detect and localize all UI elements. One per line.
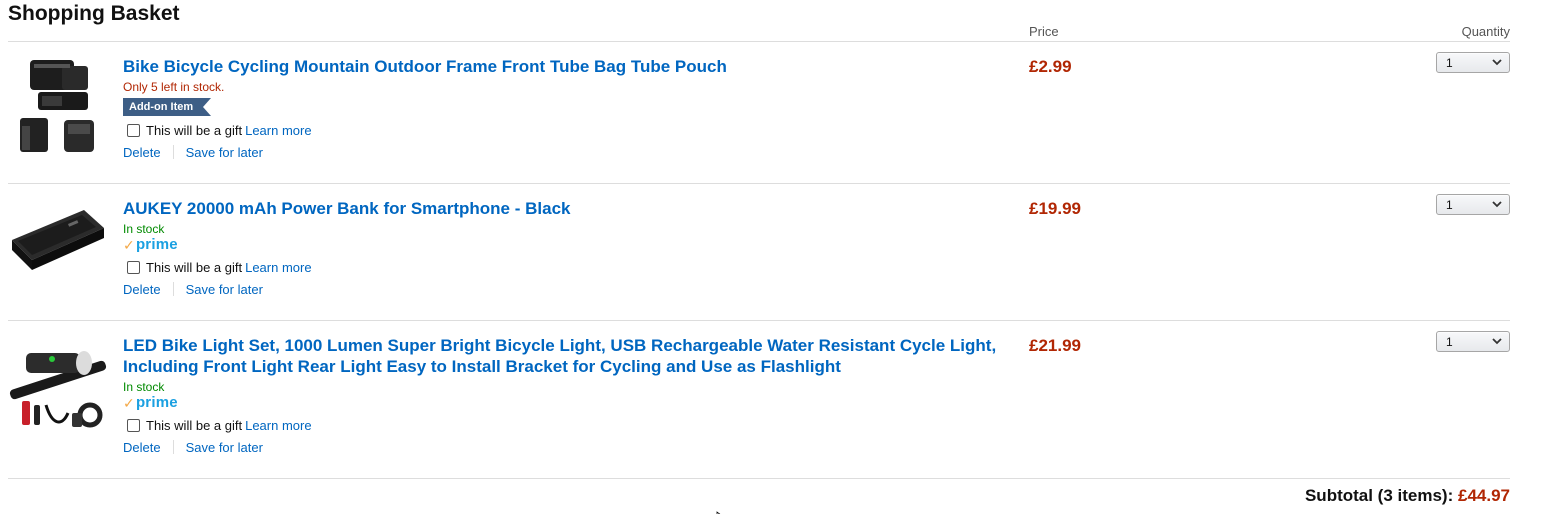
bike-bag-image[interactable] bbox=[8, 56, 108, 156]
item-title-link[interactable]: Bike Bicycle Cycling Mountain Outdoor Fr… bbox=[123, 56, 1003, 77]
action-separator bbox=[172, 440, 174, 454]
gift-label: This will be a gift bbox=[146, 259, 243, 275]
save-for-later-link[interactable]: Save for later bbox=[186, 145, 263, 160]
prime-badge: ✓ prime bbox=[123, 394, 1003, 412]
prime-label: prime bbox=[135, 236, 178, 253]
prime-check-icon: ✓ bbox=[123, 237, 135, 253]
gift-checkbox[interactable] bbox=[127, 260, 140, 274]
item-price: £2.99 bbox=[1029, 57, 1072, 76]
prime-badge: ✓ prime bbox=[123, 236, 1003, 254]
stock-status: In stock bbox=[123, 380, 165, 394]
subtotal-divider bbox=[8, 478, 1510, 479]
gift-option: This will be a gift Learn more bbox=[123, 258, 1003, 276]
item-price: £19.99 bbox=[1029, 199, 1081, 218]
learn-more-link[interactable]: Learn more bbox=[245, 123, 311, 138]
subtotal-amount: £44.97 bbox=[1458, 486, 1510, 505]
quantity-dropdown[interactable]: 1 bbox=[1436, 331, 1510, 352]
gift-option: This will be a gift Learn more bbox=[123, 416, 1003, 434]
item-price: £21.99 bbox=[1029, 336, 1081, 355]
subtotal: Subtotal (3 items): £44.97 bbox=[1305, 486, 1510, 506]
quantity-dropdown[interactable]: 1 bbox=[1436, 52, 1510, 73]
subtotal-label: Subtotal (3 items): bbox=[1304, 486, 1454, 505]
quantity-value: 1 bbox=[1446, 197, 1453, 212]
bike-light-image[interactable] bbox=[8, 335, 108, 435]
action-separator bbox=[172, 282, 174, 296]
add-on-badge: Add-on Item bbox=[123, 98, 212, 116]
chevron-down-icon bbox=[1492, 58, 1502, 68]
price-column-header: Price bbox=[1029, 24, 1059, 39]
item-actions: Delete Save for later bbox=[123, 439, 1003, 455]
item-actions: Delete Save for later bbox=[123, 281, 1003, 297]
stock-status: Only 5 left in stock. bbox=[123, 80, 225, 94]
header-divider bbox=[8, 41, 1510, 42]
learn-more-link[interactable]: Learn more bbox=[245, 260, 311, 275]
item-divider bbox=[8, 320, 1510, 321]
item-title-line: Including Front Light Rear Light Easy to… bbox=[123, 357, 841, 376]
item-actions: Delete Save for later bbox=[123, 144, 1003, 160]
chevron-down-icon bbox=[1492, 200, 1502, 210]
quantity-value: 1 bbox=[1446, 334, 1453, 349]
item-title-link[interactable]: AUKEY 20000 mAh Power Bank for Smartphon… bbox=[123, 198, 1003, 219]
quantity-dropdown[interactable]: 1 bbox=[1436, 194, 1510, 215]
quantity-column-header: Quantity bbox=[1461, 24, 1510, 39]
item-title-line: LED Bike Light Set, 1000 Lumen Super Bri… bbox=[123, 336, 997, 355]
delete-link[interactable]: Delete bbox=[123, 440, 161, 455]
gift-option: This will be a gift Learn more bbox=[123, 121, 1003, 139]
delete-link[interactable]: Delete bbox=[123, 282, 161, 297]
power-bank-image[interactable] bbox=[8, 198, 108, 298]
learn-more-link[interactable]: Learn more bbox=[245, 418, 311, 433]
gift-checkbox[interactable] bbox=[127, 123, 140, 137]
action-separator bbox=[172, 145, 174, 159]
mouse-cursor-icon bbox=[716, 508, 724, 514]
gift-label: This will be a gift bbox=[146, 122, 243, 138]
item-divider bbox=[8, 183, 1510, 184]
item-title-link[interactable]: LED Bike Light Set, 1000 Lumen Super Bri… bbox=[123, 335, 1003, 377]
gift-checkbox[interactable] bbox=[127, 418, 140, 432]
prime-label: prime bbox=[135, 394, 178, 411]
quantity-value: 1 bbox=[1446, 55, 1453, 70]
prime-check-icon: ✓ bbox=[123, 395, 135, 411]
gift-label: This will be a gift bbox=[146, 417, 243, 433]
stock-status: In stock bbox=[123, 222, 165, 236]
save-for-later-link[interactable]: Save for later bbox=[186, 440, 263, 455]
save-for-later-link[interactable]: Save for later bbox=[186, 282, 263, 297]
delete-link[interactable]: Delete bbox=[123, 145, 161, 160]
chevron-down-icon bbox=[1492, 337, 1502, 347]
page-title: Shopping Basket bbox=[8, 2, 180, 25]
